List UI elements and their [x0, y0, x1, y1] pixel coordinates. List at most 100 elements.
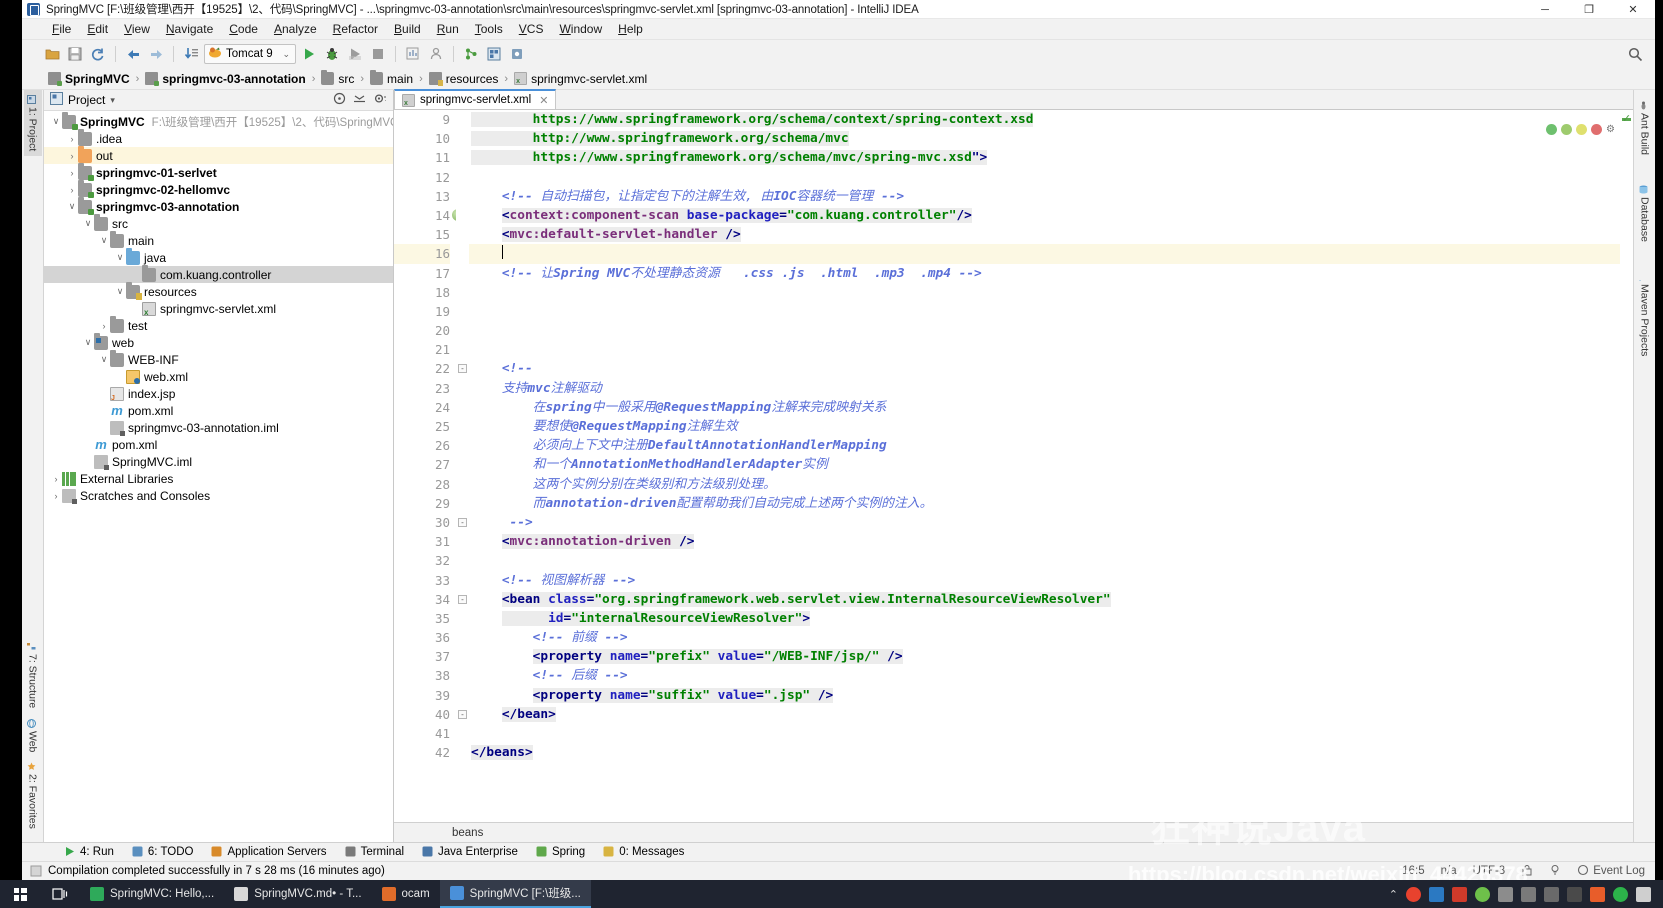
line-number-10[interactable]: 10: [394, 129, 450, 148]
monitor-icon[interactable]: [1498, 886, 1513, 902]
close-icon[interactable]: ✕: [539, 94, 548, 107]
save-icon[interactable]: [65, 44, 85, 64]
bottom-tool-application-servers[interactable]: Application Servers: [211, 846, 327, 858]
run-with-coverage-icon[interactable]: [345, 44, 365, 64]
menu-item-help[interactable]: Help: [610, 20, 651, 38]
tree-node-scratches-and-consoles[interactable]: › Scratches and Consoles: [44, 487, 393, 504]
tray-chevron-icon[interactable]: ⌃: [1389, 888, 1398, 901]
fold-slot-19[interactable]: [456, 302, 469, 321]
fold-slot-32[interactable]: [456, 551, 469, 570]
fold-slot-39[interactable]: [456, 686, 469, 705]
menu-item-code[interactable]: Code: [221, 20, 266, 38]
wechat-icon[interactable]: [1613, 886, 1628, 902]
windows-start-icon[interactable]: [0, 880, 40, 908]
code-line-31[interactable]: <mvc:annotation-driven />: [471, 532, 1633, 551]
tree-node-java[interactable]: ∨ java: [44, 248, 393, 266]
breadcrumb-main[interactable]: main: [368, 70, 415, 87]
project-tree[interactable]: ∨ SpringMVC F:\班级管理\西开【19525】\2、代码\SpringM…: [44, 111, 393, 842]
tree-node--idea[interactable]: › .idea: [44, 129, 393, 147]
line-number-38[interactable]: 38: [394, 666, 450, 685]
tree-twisty[interactable]: ›: [98, 321, 110, 331]
clock-icon[interactable]: [1544, 886, 1559, 902]
line-number-20[interactable]: 20: [394, 321, 450, 340]
fold-slot-9[interactable]: [456, 110, 469, 129]
tree-node-springmvc-03-annotation-iml[interactable]: springmvc-03-annotation.iml: [44, 419, 393, 436]
line-number-41[interactable]: 41: [394, 724, 450, 743]
code-line-11[interactable]: https://www.springframework.org/schema/m…: [471, 148, 1633, 167]
inspections-icon[interactable]: [1549, 864, 1561, 879]
line-number-9[interactable]: 9: [394, 110, 450, 129]
collapse-all-icon[interactable]: [353, 92, 366, 108]
plus-icon[interactable]: [1475, 886, 1490, 902]
editor-breadcrumb-footer[interactable]: beans: [394, 822, 1633, 842]
code-line-34[interactable]: <bean class="org.springframework.web.ser…: [471, 590, 1633, 609]
menu-item-window[interactable]: Window: [551, 20, 610, 38]
coffee-icon[interactable]: [1452, 886, 1467, 902]
code-line-33[interactable]: <!-- 视图解析器 -->: [471, 571, 1633, 590]
tool-button-project[interactable]: 1: Project: [23, 90, 42, 157]
tree-node-springmvc-01-serlvet[interactable]: › springmvc-01-serlvet: [44, 163, 393, 181]
sync-icon[interactable]: [88, 44, 108, 64]
tree-node-com-kuang-controller[interactable]: com.kuang.controller: [44, 265, 393, 283]
line-number-17[interactable]: 17: [394, 264, 450, 283]
fold-slot-17[interactable]: [456, 264, 469, 283]
line-number-13[interactable]: 13: [394, 187, 450, 206]
code-line-36[interactable]: <!-- 前缀 -->: [471, 628, 1633, 647]
fold-slot-29[interactable]: [456, 494, 469, 513]
code-line-15[interactable]: <mvc:default-servlet-handler />: [471, 225, 1633, 244]
tree-node-test[interactable]: › test: [44, 316, 393, 334]
bottom-tool-terminal[interactable]: Terminal: [345, 846, 404, 858]
code-line-10[interactable]: http://www.springframework.org/schema/mv…: [471, 129, 1633, 148]
code-text[interactable]: https://www.springframework.org/schema/c…: [469, 110, 1633, 822]
code-line-16[interactable]: [469, 244, 1633, 264]
line-number-22[interactable]: 22: [394, 359, 450, 378]
bottom-tool-0-messages[interactable]: 0: Messages: [603, 846, 684, 858]
tree-node-web[interactable]: ∨ web: [44, 333, 393, 351]
search-everywhere-icon[interactable]: [1625, 44, 1645, 64]
editor-scrollbar[interactable]: ✓: [1620, 110, 1633, 822]
bottom-tool-spring[interactable]: Spring: [536, 846, 585, 858]
fold-slot-12[interactable]: [456, 168, 469, 187]
taskbar-item-typora[interactable]: SpringMVC.md• - T...: [224, 880, 371, 908]
breadcrumb-springmvc-03-annotation[interactable]: springmvc-03-annotation: [143, 71, 307, 87]
code-line-20[interactable]: [471, 321, 1633, 340]
code-line-32[interactable]: [471, 551, 1633, 570]
line-number-21[interactable]: 21: [394, 340, 450, 359]
code-editor[interactable]: 9 10 11 12 13 14 15 16 17 18 19 20 21 22 23 24 25 26 27 28 2…: [394, 110, 1633, 822]
fold-slot-16[interactable]: [456, 244, 469, 263]
tree-node-pom-xml[interactable]: m pom.xml: [44, 402, 393, 419]
menu-item-file[interactable]: File: [44, 20, 79, 38]
fold-toggle-icon[interactable]: -: [458, 364, 467, 374]
code-line-25[interactable]: 要想使@RequestMapping注解生效: [471, 417, 1633, 436]
tree-node-springmvc[interactable]: ∨ SpringMVC F:\班级管理\西开【19525】\2、代码\SpringM…: [44, 112, 393, 130]
fold-slot-31[interactable]: [456, 532, 469, 551]
tree-twisty[interactable]: ∨: [66, 201, 78, 212]
fold-slot-24[interactable]: [456, 398, 469, 417]
fold-slot-13[interactable]: [456, 187, 469, 206]
code-line-17[interactable]: <!-- 让Spring MVC不处理静态资源 .css .js .html .…: [471, 264, 1633, 283]
code-line-35[interactable]: id="internalResourceViewResolver">: [471, 609, 1633, 628]
vscode-icon[interactable]: [1429, 886, 1444, 902]
tree-twisty[interactable]: ›: [66, 134, 78, 144]
file-encoding[interactable]: UTF-8: [1473, 865, 1506, 877]
attach-icon[interactable]: [426, 44, 446, 64]
run-configuration-selector[interactable]: Tomcat 9 ⌄: [204, 44, 296, 64]
breadcrumb-springmvc[interactable]: SpringMVC: [46, 71, 132, 87]
code-line-27[interactable]: 和一个AnnotationMethodHandlerAdapter实例: [471, 455, 1633, 474]
fold-slot-18[interactable]: [456, 283, 469, 302]
inspection-settings-icon[interactable]: ⚙: [1606, 124, 1615, 135]
fold-slot-27[interactable]: [456, 455, 469, 474]
editor-breadcrumb-beans[interactable]: beans: [452, 827, 483, 839]
breadcrumb-springmvc-servlet-xml[interactable]: springmvc-servlet.xml: [512, 71, 649, 87]
breadcrumb-src[interactable]: src: [319, 70, 356, 87]
tool-button-ant-build[interactable]: Ant Build: [1636, 96, 1654, 160]
taskbar-item-intellij[interactable]: SpringMVC [F:\班级...: [439, 880, 591, 908]
project-structure-icon[interactable]: [484, 44, 504, 64]
line-number-32[interactable]: 32: [394, 551, 450, 570]
fold-slot-34[interactable]: -: [456, 590, 469, 609]
code-line-38[interactable]: <!-- 后缀 -->: [471, 666, 1633, 685]
tree-twisty[interactable]: ›: [66, 168, 78, 178]
line-number-30[interactable]: 30: [394, 513, 450, 532]
line-number-37[interactable]: 37: [394, 647, 450, 666]
code-line-39[interactable]: <property name="suffix" value=".jsp" />: [471, 686, 1633, 705]
